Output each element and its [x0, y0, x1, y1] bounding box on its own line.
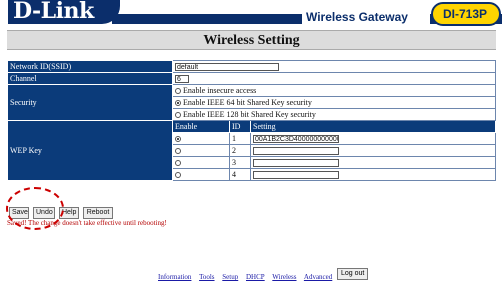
wep-id-4: 4 [229, 168, 251, 181]
highlight-annotation [6, 187, 64, 230]
wep-enable-radio-4[interactable] [175, 172, 181, 179]
wep-key-input-2[interactable] [253, 147, 339, 156]
wep-key-input-3[interactable] [253, 159, 339, 168]
footer-link-advanced[interactable]: Advanced [304, 273, 332, 281]
wep-header-enable: Enable [172, 120, 230, 133]
security-radio-64bit[interactable] [175, 100, 181, 107]
spacer [7, 53, 496, 59]
logo-text: D-Link [13, 0, 94, 24]
security-option-insecure: Enable insecure access [183, 86, 257, 95]
ssid-input[interactable]: default [175, 63, 279, 72]
model-badge: DI-713P [431, 2, 501, 26]
security-radio-insecure[interactable] [175, 88, 181, 95]
product-line: Wireless Gateway [302, 8, 430, 28]
wep-enable-radio-3[interactable] [175, 160, 181, 167]
footer-link-setup[interactable]: Setup [222, 273, 238, 281]
wep-key-label: WEP Key [7, 120, 173, 181]
page-title: Wireless Setting [203, 33, 300, 48]
security-radio-128bit[interactable] [175, 112, 181, 119]
security-option-64bit: Enable IEEE 64 bit Shared Key security [183, 98, 312, 107]
footer-link-tools[interactable]: Tools [199, 273, 214, 281]
security-option-128bit: Enable IEEE 128 bit Shared Key security [183, 110, 316, 119]
wep-id-3: 3 [229, 156, 251, 169]
channel-label: Channel [7, 72, 173, 85]
ssid-label: Network ID(SSID) [7, 60, 173, 73]
security-label: Security [7, 84, 173, 121]
reboot-button[interactable]: Reboot [83, 207, 113, 219]
wep-header-setting: Setting [250, 120, 496, 133]
wep-enable-radio-2[interactable] [175, 148, 181, 155]
header: D-Link Wireless Gateway DI-713P [0, 0, 502, 28]
page-title-bar: Wireless Setting [7, 30, 496, 50]
footer-nav: Information Tools Setup DHCP Wireless Ad… [158, 273, 338, 281]
wep-id-1: 1 [229, 132, 251, 145]
wep-id-2: 2 [229, 144, 251, 157]
footer-link-wireless[interactable]: Wireless [272, 273, 296, 281]
product-line-label: Wireless Gateway [306, 10, 408, 24]
wep-key-input-1[interactable]: 00A1B2C3D40000000000000 [253, 135, 339, 144]
footer-link-dhcp[interactable]: DHCP [246, 273, 265, 281]
wep-key-input-4[interactable] [253, 171, 339, 180]
channel-select[interactable]: 6 [175, 75, 189, 84]
footer-link-information[interactable]: Information [158, 273, 191, 281]
dlink-logo: D-Link [8, 0, 120, 24]
wep-enable-radio-1[interactable] [175, 136, 181, 143]
wireless-settings-table: Network ID(SSID) default Channel 6 Secur… [7, 60, 496, 181]
logout-button[interactable]: Log out [337, 268, 369, 280]
wep-header-id: ID [229, 120, 251, 133]
model-label: DI-713P [443, 7, 488, 21]
